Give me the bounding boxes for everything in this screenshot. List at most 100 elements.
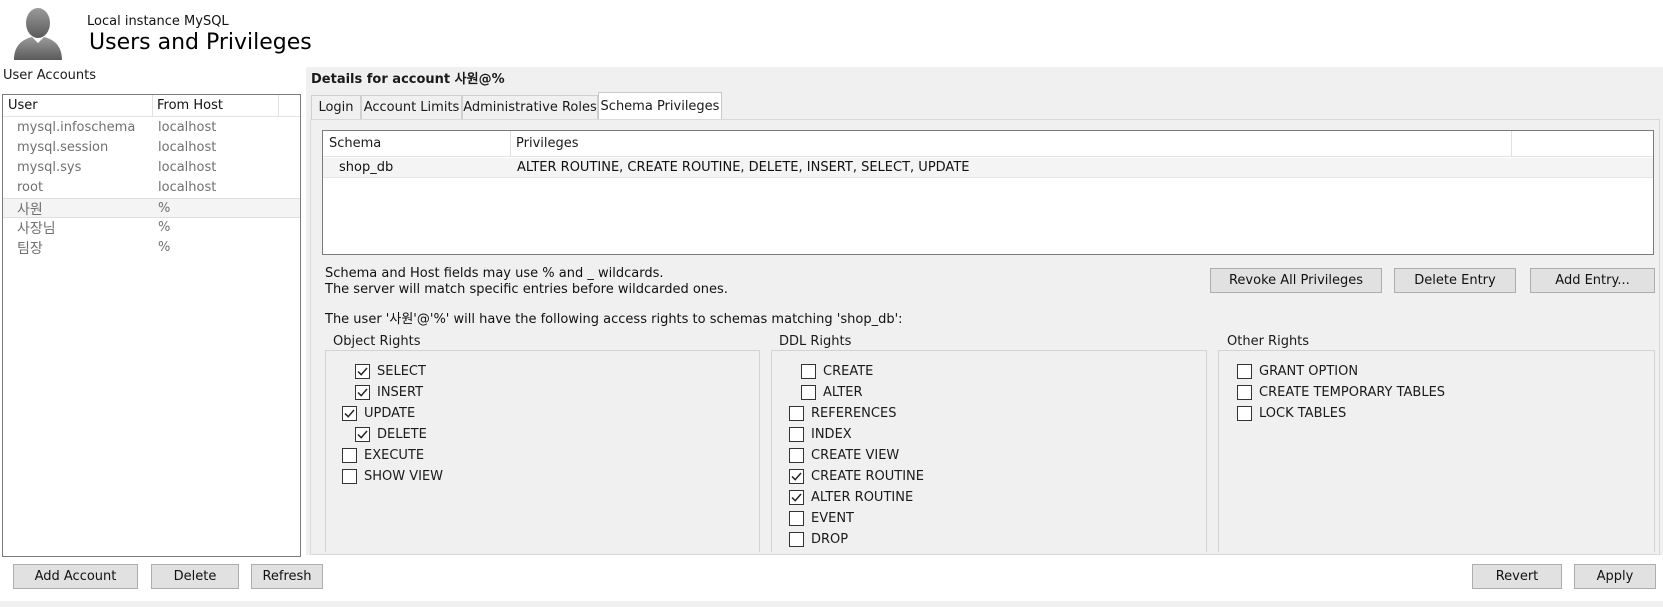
privilege-checkbox-row[interactable]: DROP <box>789 530 848 548</box>
checkbox-label: DROP <box>811 531 849 547</box>
column-separator <box>1511 131 1512 157</box>
checkbox-label: CREATE VIEW <box>811 447 900 463</box>
checkbox-icon[interactable] <box>789 405 804 421</box>
privilege-checkbox-row[interactable]: CREATE TEMPORARY TABLES <box>1237 383 1445 401</box>
schema-privileges-table[interactable]: Schema Privileges shop_db ALTER ROUTINE,… <box>322 130 1654 255</box>
column-header-schema[interactable]: Schema <box>329 136 381 151</box>
from-host-cell: localhost <box>158 140 217 155</box>
user-name-cell: root <box>17 180 44 195</box>
user-account-row[interactable]: mysql.infoschema localhost <box>3 118 300 138</box>
user-account-row[interactable]: mysql.session localhost <box>3 138 300 158</box>
checkbox-icon[interactable] <box>1237 363 1252 379</box>
match-note: The server will match specific entries b… <box>325 282 728 297</box>
checkbox-label: INSERT <box>377 384 424 400</box>
tab-schema-privileges[interactable]: Schema Privileges <box>598 92 722 119</box>
privilege-checkbox-row[interactable]: GRANT OPTION <box>1237 362 1358 380</box>
delete-account-button[interactable]: Delete <box>151 564 239 589</box>
checkbox-label: CREATE TEMPORARY TABLES <box>1259 384 1446 400</box>
privilege-checkbox-row[interactable]: CREATE <box>801 362 873 380</box>
from-host-cell: % <box>158 201 171 216</box>
privilege-checkbox-row[interactable]: SELECT <box>355 362 426 380</box>
from-host-cell: localhost <box>158 180 217 195</box>
add-account-button[interactable]: Add Account <box>13 564 138 589</box>
apply-button[interactable]: Apply <box>1574 564 1656 589</box>
checkbox-icon[interactable] <box>789 510 804 526</box>
checkbox-icon[interactable] <box>355 363 370 379</box>
privilege-checkbox-row[interactable]: DELETE <box>355 425 427 443</box>
column-header-privileges[interactable]: Privileges <box>516 136 579 151</box>
user-accounts-list[interactable]: User From Host mysql.infoschema localhost… <box>2 94 301 557</box>
refresh-button[interactable]: Refresh <box>251 564 323 589</box>
checkbox-label: DELETE <box>377 426 427 442</box>
checkbox-label: REFERENCES <box>811 405 897 421</box>
checkbox-icon[interactable] <box>789 468 804 484</box>
checkbox-label: INDEX <box>811 426 852 442</box>
user-account-row[interactable]: 팀장% <box>3 238 300 258</box>
user-account-row[interactable]: 사원% <box>3 198 300 218</box>
user-account-row[interactable]: root localhost <box>3 178 300 198</box>
checkbox-icon[interactable] <box>342 405 357 421</box>
checkbox-label: SELECT <box>377 363 426 379</box>
checkbox-icon[interactable] <box>801 363 816 379</box>
checkbox-icon[interactable] <box>1237 405 1252 421</box>
checkbox-label: EXECUTE <box>364 447 425 463</box>
tab-login[interactable]: Login <box>311 95 361 119</box>
status-strip <box>0 601 1663 607</box>
access-rights-note: The user '사원'@'%' will have the followin… <box>325 312 903 327</box>
checkbox-icon[interactable] <box>789 447 804 463</box>
checkbox-icon[interactable] <box>1237 384 1252 400</box>
schema-table-header: Schema Privileges <box>323 131 1653 157</box>
tab-account-limits[interactable]: Account Limits <box>361 95 462 119</box>
from-host-cell: % <box>158 220 171 235</box>
ddl-rights-title: DDL Rights <box>776 334 855 349</box>
user-name-cell: mysql.infoschema <box>17 120 136 135</box>
revert-button[interactable]: Revert <box>1472 564 1562 589</box>
wildcard-note: Schema and Host fields may use % and _ w… <box>325 266 664 281</box>
privilege-checkbox-row[interactable]: INDEX <box>789 425 852 443</box>
tab-administrative-roles[interactable]: Administrative Roles <box>462 95 598 119</box>
user-name-cell: 팀장 <box>17 241 43 257</box>
checkbox-icon[interactable] <box>789 531 804 547</box>
privilege-checkbox-row[interactable]: EXECUTE <box>342 446 424 464</box>
checkbox-icon[interactable] <box>342 468 357 484</box>
checkbox-label: CREATE <box>823 363 874 379</box>
checkbox-icon[interactable] <box>355 426 370 442</box>
column-header-from-host[interactable]: From Host <box>157 98 223 113</box>
privilege-checkbox-row[interactable]: ALTER <box>801 383 863 401</box>
privilege-checkbox-row[interactable]: REFERENCES <box>789 404 896 422</box>
user-account-row[interactable]: mysql.sys localhost <box>3 158 300 178</box>
checkbox-label: CREATE ROUTINE <box>811 468 924 484</box>
user-name-cell: 사장님 <box>17 221 56 237</box>
revoke-all-privileges-button[interactable]: Revoke All Privileges <box>1210 268 1382 293</box>
column-header-user[interactable]: User <box>8 98 38 113</box>
checkbox-label: UPDATE <box>364 405 416 421</box>
privileges-cell: ALTER ROUTINE, CREATE ROUTINE, DELETE, I… <box>517 160 970 175</box>
header: Local instance MySQL Users and Privilege… <box>0 0 1663 64</box>
column-separator <box>510 131 511 157</box>
privilege-checkbox-row[interactable]: EVENT <box>789 509 854 527</box>
delete-entry-button[interactable]: Delete Entry <box>1394 268 1516 293</box>
other-rights-group <box>1218 350 1655 552</box>
user-account-row[interactable]: 사장님% <box>3 218 300 238</box>
checkbox-icon[interactable] <box>342 447 357 463</box>
add-entry-button[interactable]: Add Entry... <box>1530 268 1655 293</box>
details-title: Details for account 사원@% <box>311 72 505 87</box>
privilege-checkbox-row[interactable]: CREATE VIEW <box>789 446 899 464</box>
privilege-checkbox-row[interactable]: SHOW VIEW <box>342 467 443 485</box>
checkbox-icon[interactable] <box>801 384 816 400</box>
checkbox-icon[interactable] <box>789 426 804 442</box>
from-host-cell: localhost <box>158 160 217 175</box>
other-rights-title: Other Rights <box>1224 334 1313 349</box>
privilege-checkbox-row[interactable]: ALTER ROUTINE <box>789 488 913 506</box>
privilege-checkbox-row[interactable]: LOCK TABLES <box>1237 404 1346 422</box>
table-row[interactable]: shop_db ALTER ROUTINE, CREATE ROUTINE, D… <box>323 158 1653 178</box>
privilege-checkbox-row[interactable]: CREATE ROUTINE <box>789 467 924 485</box>
user-avatar-icon <box>14 8 62 60</box>
privilege-checkbox-row[interactable]: INSERT <box>355 383 423 401</box>
user-accounts-header: User From Host <box>3 95 300 117</box>
privilege-checkbox-row[interactable]: UPDATE <box>342 404 415 422</box>
from-host-cell: localhost <box>158 120 217 135</box>
checkbox-icon[interactable] <box>789 489 804 505</box>
checkbox-icon[interactable] <box>355 384 370 400</box>
user-name-cell: mysql.sys <box>17 160 82 175</box>
